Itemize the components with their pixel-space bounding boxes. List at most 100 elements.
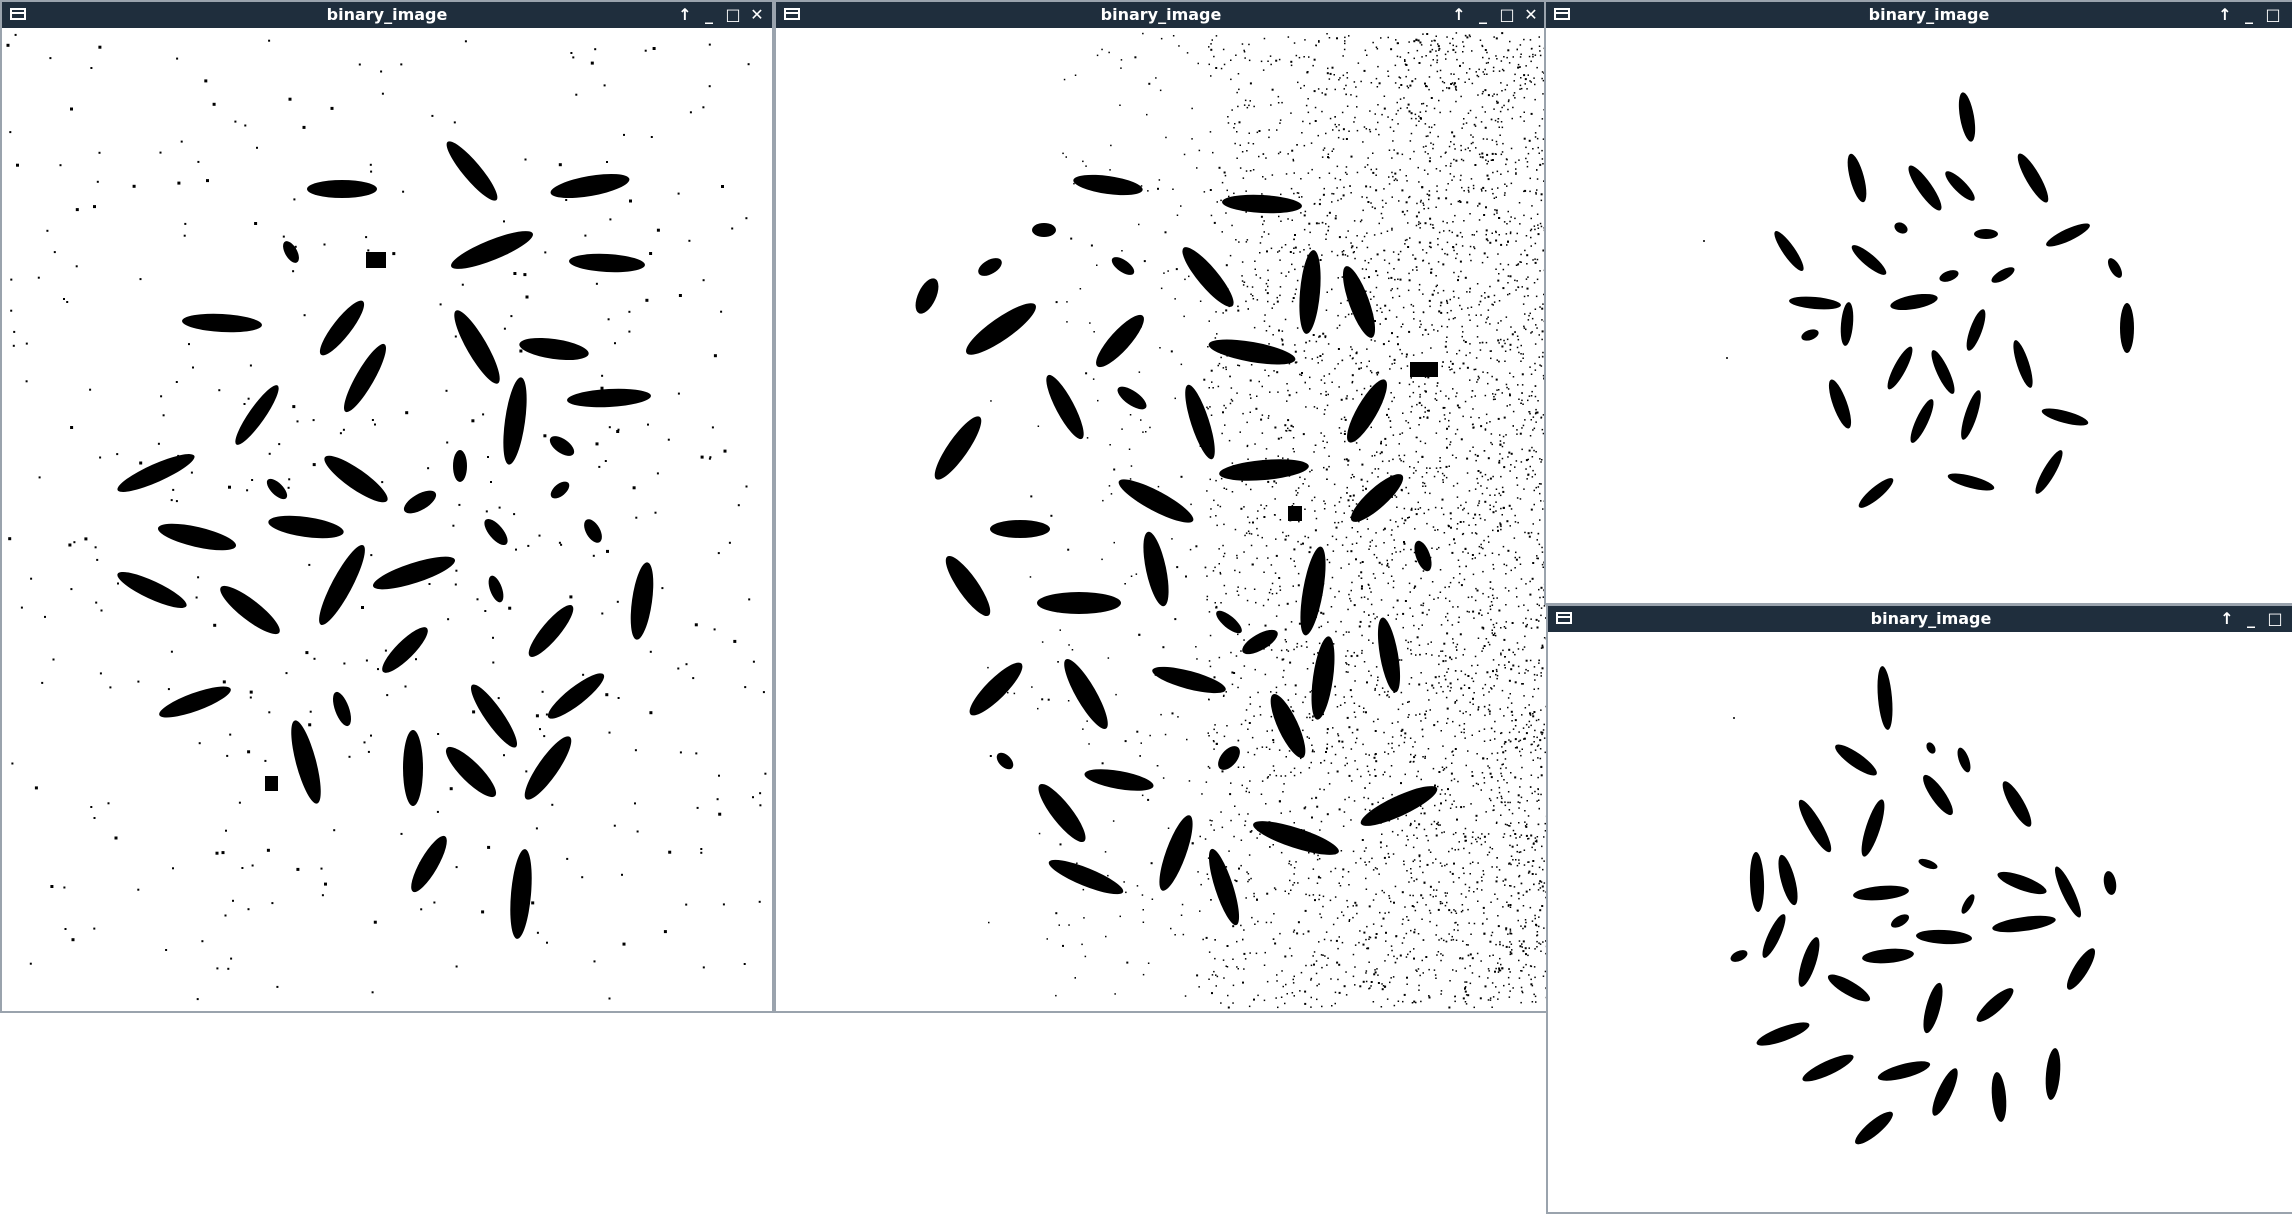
noise-speck (1244, 824, 1246, 827)
close-icon[interactable]: ✕ (1520, 2, 1542, 28)
noise-speck (1242, 412, 1244, 415)
noise-speck (1414, 909, 1417, 912)
noise-speck (343, 662, 346, 665)
close-icon[interactable]: ✕ (746, 2, 768, 28)
noise-speck (1534, 362, 1536, 365)
noise-speck (1293, 42, 1296, 44)
noise-speck (1297, 572, 1300, 575)
noise-speck (1274, 942, 1277, 945)
noise-speck (1491, 152, 1494, 155)
noise-speck (1145, 431, 1147, 433)
noise-speck (1539, 757, 1542, 760)
noise-speck (1237, 364, 1239, 366)
noise-speck (1494, 393, 1497, 396)
noise-speck (1399, 348, 1401, 351)
noise-speck (1453, 158, 1455, 161)
noise-speck (162, 414, 165, 417)
minimize-icon[interactable]: _ (698, 2, 720, 28)
noise-speck (1399, 169, 1401, 171)
arrow-up-icon[interactable]: ↑ (674, 2, 696, 28)
noise-speck (1346, 486, 1348, 489)
noise-speck (1434, 676, 1437, 679)
noise-speck (1487, 457, 1490, 460)
noise-speck (1248, 59, 1251, 62)
noise-speck (1348, 664, 1350, 666)
noise-speck (718, 774, 720, 777)
noise-speck (1413, 624, 1415, 627)
noise-speck (1453, 271, 1455, 274)
noise-speck (1406, 180, 1408, 182)
noise-speck (1266, 730, 1268, 732)
noise-speck (1439, 457, 1441, 459)
noise-speck (1519, 836, 1521, 838)
noise-speck (1338, 808, 1341, 811)
noise-speck (1387, 742, 1390, 745)
noise-speck (1437, 951, 1440, 953)
noise-speck (1304, 1002, 1307, 1005)
noise-speck (1492, 171, 1494, 174)
noise-speck (1449, 441, 1452, 443)
image-window-1[interactable]: binary_image ↑ _ □ ✕ (0, 0, 774, 1013)
noise-speck (1287, 153, 1289, 155)
noise-speck (487, 845, 491, 849)
noise-speck (1491, 375, 1493, 378)
noise-speck (1208, 63, 1210, 66)
noise-speck (333, 829, 336, 832)
image-window-2[interactable]: binary_image ↑ _ □ ✕ (774, 0, 1548, 1013)
noise-speck (1463, 578, 1466, 581)
noise-speck (1494, 398, 1496, 400)
noise-speck (1294, 565, 1296, 568)
noise-speck (1210, 899, 1212, 901)
noise-speck (1260, 215, 1263, 218)
noise-speck (1348, 920, 1350, 922)
minimize-icon[interactable]: _ (1472, 2, 1494, 28)
noise-speck (1363, 661, 1366, 663)
noise-speck (254, 222, 258, 225)
noise-speck (1473, 247, 1476, 250)
noise-speck (1347, 459, 1350, 462)
noise-speck (1331, 381, 1333, 383)
maximize-icon[interactable]: □ (1496, 2, 1518, 28)
noise-speck (1522, 905, 1525, 907)
noise-speck (1372, 899, 1375, 901)
maximize-icon[interactable]: □ (722, 2, 744, 28)
noise-speck (305, 651, 309, 655)
noise-speck (1256, 898, 1258, 901)
noise-speck (1532, 56, 1534, 58)
noise-speck (1284, 639, 1287, 641)
noise-speck (1478, 417, 1480, 419)
noise-speck (428, 583, 431, 585)
noise-speck (1365, 877, 1367, 880)
window-titlebar[interactable]: binary_image ↑ _ □ ✕ (776, 2, 1546, 28)
noise-speck (1465, 896, 1467, 898)
noise-speck (1265, 330, 1268, 332)
noise-speck (1396, 957, 1398, 960)
noise-speck (1216, 731, 1218, 734)
noise-speck (400, 63, 403, 66)
window-titlebar[interactable]: binary_image ↑ _ □ ✕ (2, 2, 772, 28)
arrow-up-icon[interactable]: ↑ (1448, 2, 1470, 28)
noise-speck (1499, 969, 1502, 972)
noise-speck (1528, 411, 1530, 413)
noise-speck (1444, 757, 1447, 760)
noise-speck (1416, 901, 1419, 904)
noise-speck (1423, 512, 1425, 515)
noise-speck (1218, 656, 1221, 659)
noise-speck (1369, 110, 1371, 112)
noise-speck (1400, 367, 1402, 370)
noise-speck (1495, 943, 1497, 946)
noise-speck (1471, 664, 1473, 667)
noise-speck (1354, 944, 1357, 946)
noise-speck (1488, 710, 1491, 713)
noise-speck (1454, 1000, 1456, 1003)
noise-speck (1536, 946, 1538, 948)
noise-speck (1422, 249, 1424, 251)
noise-speck (1261, 236, 1263, 238)
noise-speck (1306, 736, 1309, 738)
noise-speck (1389, 981, 1391, 984)
noise-speck (1491, 866, 1493, 868)
noise-speck (1096, 54, 1099, 57)
noise-speck (374, 423, 376, 426)
noise-speck (569, 595, 573, 599)
noise-speck (1377, 476, 1379, 478)
